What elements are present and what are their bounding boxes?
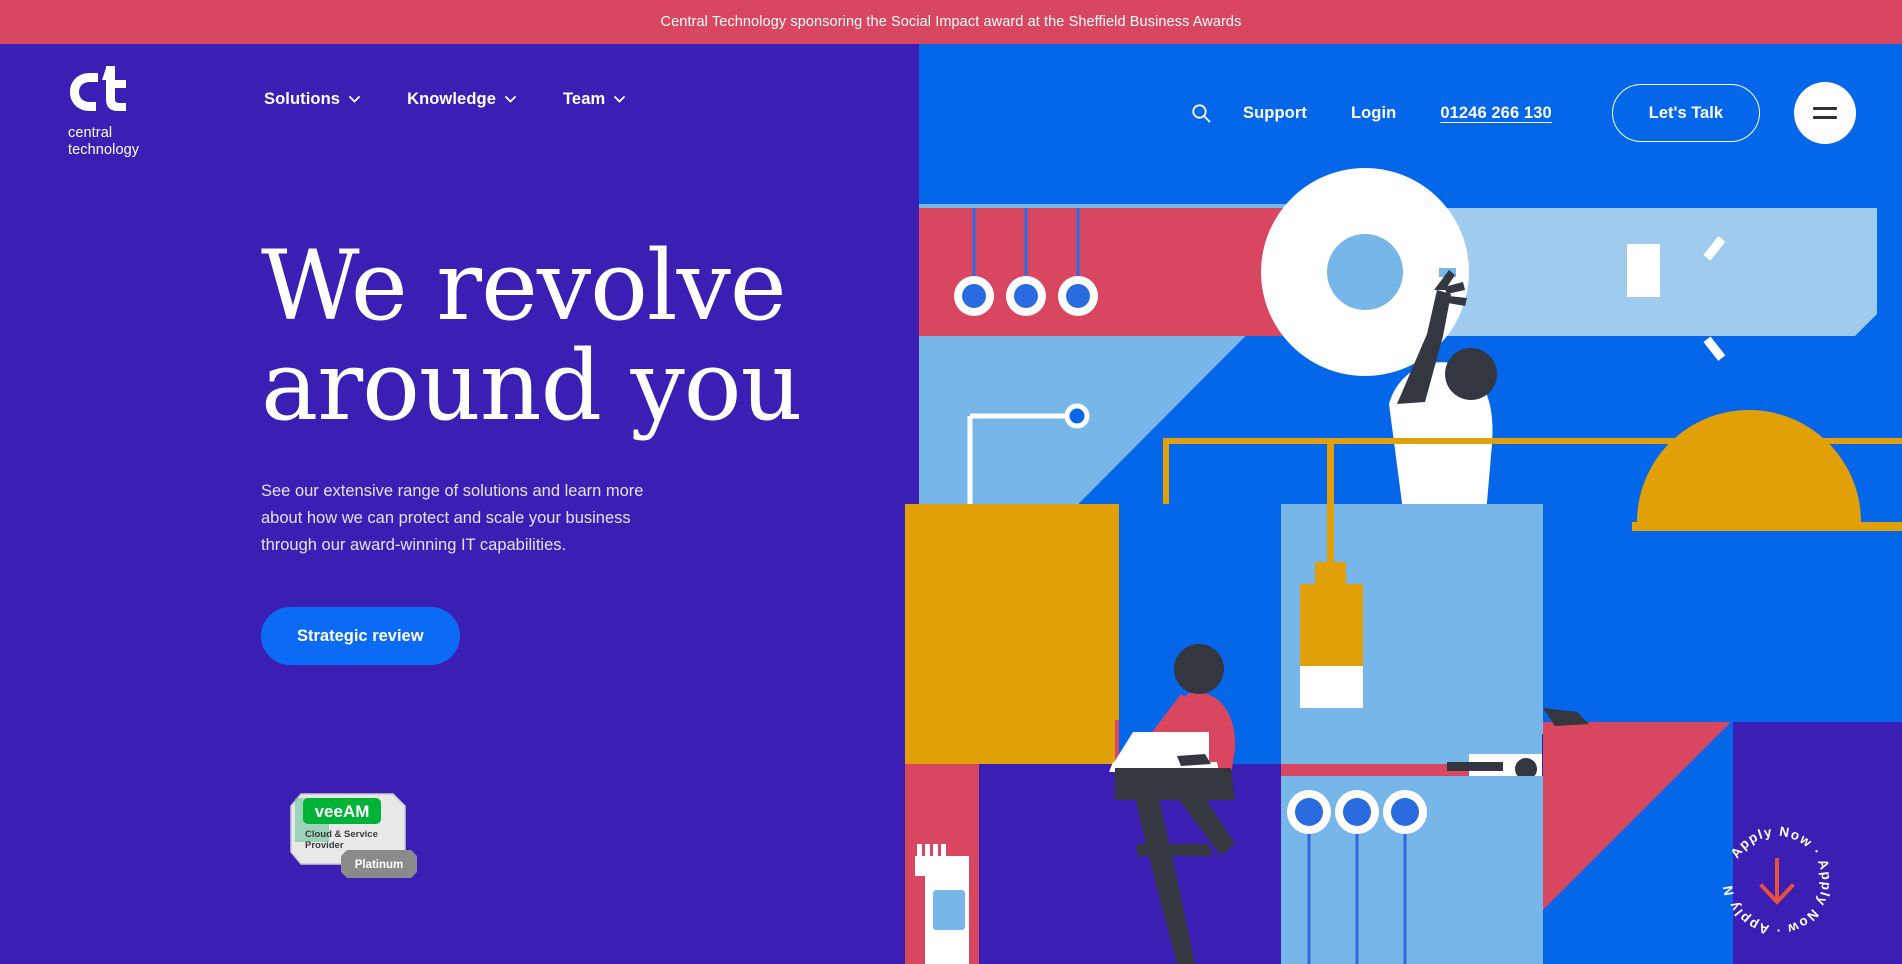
arrow-down-icon: [1759, 858, 1795, 905]
chevron-down-icon: [505, 96, 516, 103]
strategic-review-button[interactable]: Strategic review: [261, 607, 460, 665]
hamburger-line: [1813, 116, 1837, 119]
hamburger-menu-button[interactable]: [1794, 82, 1856, 144]
veeam-level-text: Platinum: [355, 859, 404, 871]
hero-paragraph: See our extensive range of solutions and…: [261, 482, 644, 554]
hamburger-line: [1813, 107, 1837, 110]
hero-heading-line1: We revolve: [261, 230, 787, 342]
veeam-badge-icon: veeAM Cloud & Service Provider Platinum: [290, 793, 417, 878]
chevron-down-icon: [614, 96, 626, 103]
ct-monogram-icon: [70, 66, 126, 111]
nav-item-solutions[interactable]: Solutions: [264, 90, 360, 109]
site-header: central technology Solutions Knowledge T…: [0, 44, 1902, 164]
primary-navigation: Solutions Knowledge Team: [264, 90, 626, 109]
veeam-tier-line2: Provider: [305, 840, 344, 851]
veeam-partner-badge: veeAM Cloud & Service Provider Platinum: [289, 782, 419, 882]
chevron-down-icon: [349, 96, 360, 103]
brand-word-line2: technology: [68, 142, 140, 158]
apply-now-badge[interactable]: Apply Now · Apply Now · Apply Now ·: [1709, 808, 1838, 942]
nav-item-knowledge[interactable]: Knowledge: [407, 90, 516, 109]
nav-link-support[interactable]: Support: [1243, 104, 1307, 123]
page-root: Central Technology sponsoring the Social…: [0, 0, 1902, 964]
brand-wordmark: central technology: [68, 125, 198, 159]
announcement-text: Central Technology sponsoring the Social…: [660, 14, 1242, 30]
nav-item-knowledge-label: Knowledge: [407, 90, 496, 108]
apply-now-rotating-text: Apply Now · Apply Now · Apply Now ·: [1709, 808, 1833, 938]
veeam-tier-line1: Cloud & Service: [305, 829, 378, 840]
nav-item-team[interactable]: Team: [562, 90, 626, 109]
nav-phone-number[interactable]: 01246 266 130: [1440, 104, 1551, 123]
utility-navigation: Support Login 01246 266 130 Let's Talk: [1181, 82, 1856, 144]
hero-heading-line2: around you: [261, 330, 802, 442]
hero-section: We revolve around you See our extensive …: [261, 236, 901, 665]
search-button[interactable]: [1181, 93, 1221, 133]
nav-link-login[interactable]: Login: [1351, 104, 1396, 123]
brand-word-line1: central: [68, 125, 113, 141]
nav-item-solutions-label: Solutions: [264, 90, 341, 108]
hero-heading: We revolve around you: [261, 236, 901, 436]
search-icon: [1192, 104, 1211, 123]
lets-talk-button[interactable]: Let's Talk: [1611, 84, 1760, 142]
announcement-bar[interactable]: Central Technology sponsoring the Social…: [0, 0, 1902, 44]
nav-item-team-label: Team: [562, 90, 606, 108]
veeam-brand-text: veeAM: [315, 802, 370, 821]
brand-logo[interactable]: central technology: [68, 66, 198, 159]
